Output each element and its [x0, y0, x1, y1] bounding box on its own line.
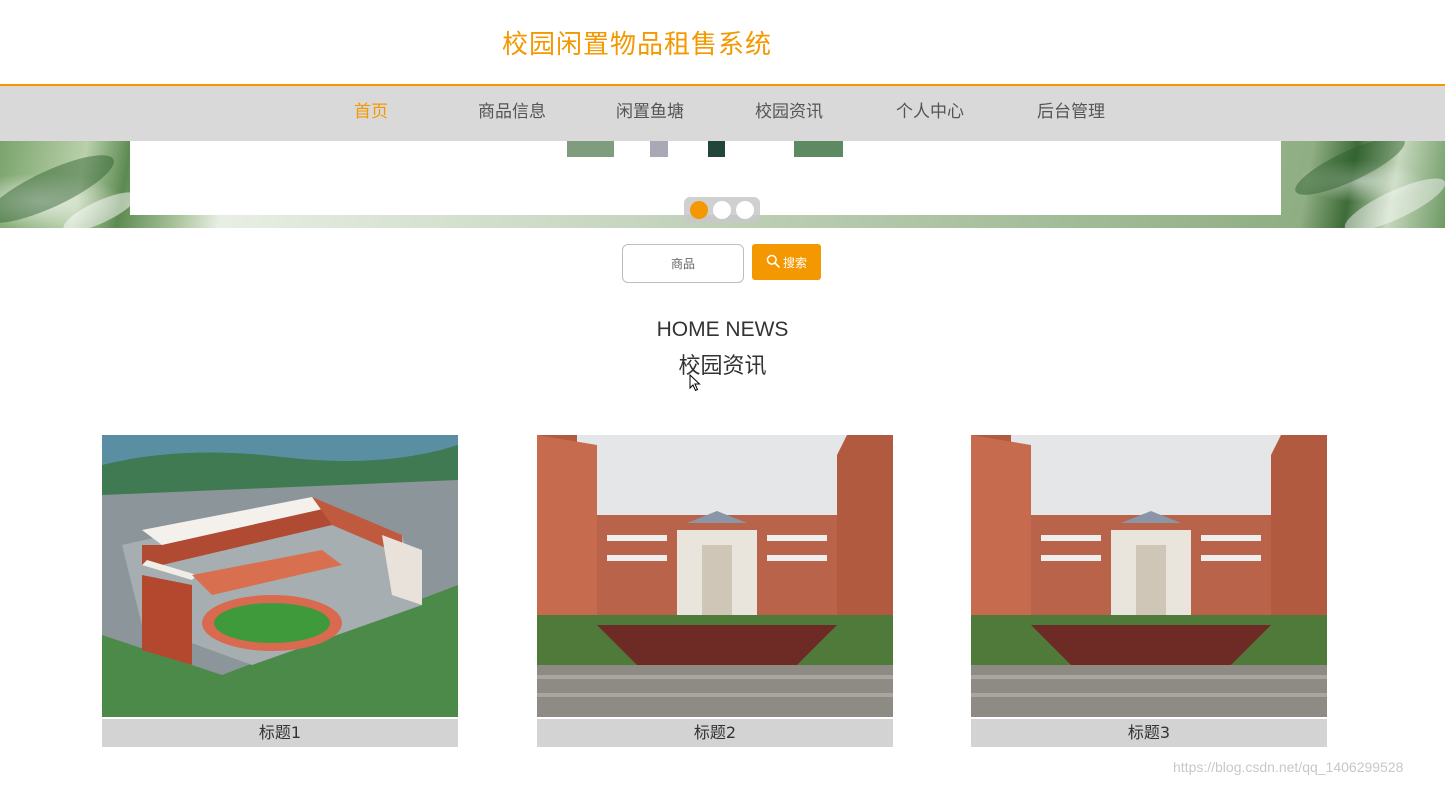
- watermark: https://blog.csdn.net/qq_1406299528: [1173, 759, 1404, 775]
- news-heading-en: HOME NEWS: [656, 318, 789, 341]
- news-card-image: [102, 435, 458, 717]
- carousel-dot-3[interactable]: [736, 201, 754, 219]
- news-heading-cn: 校园资讯: [678, 354, 767, 379]
- nav-item-home[interactable]: 首页: [354, 86, 388, 141]
- nav-item-admin[interactable]: 后台管理: [1037, 86, 1105, 141]
- carousel-dot-2[interactable]: [713, 201, 731, 219]
- search-input[interactable]: [622, 244, 744, 283]
- news-card-title: 标题2: [537, 719, 893, 747]
- news-card-image: [537, 435, 893, 717]
- news-card-title: 标题3: [971, 719, 1327, 747]
- carousel-indicators: [684, 197, 760, 223]
- nav-item-personal-center[interactable]: 个人中心: [896, 86, 964, 141]
- banner-carousel[interactable]: [0, 141, 1445, 228]
- mouse-cursor-icon: [689, 373, 701, 396]
- nav-item-campus-news[interactable]: 校园资讯: [755, 86, 823, 141]
- news-card[interactable]: 标题3: [971, 435, 1327, 747]
- news-card-title: 标题1: [102, 719, 458, 747]
- slide-image-fragment: [567, 141, 614, 157]
- main-nav: 首页 商品信息 闲置鱼塘 校园资讯 个人中心 后台管理: [0, 84, 1445, 141]
- page: 校园闲置物品租售系统 首页 商品信息 闲置鱼塘 校园资讯 个人中心 后台管理 商…: [0, 0, 1445, 786]
- site-header: 校园闲置物品租售系统: [0, 0, 1445, 85]
- carousel-dot-1[interactable]: [690, 201, 708, 219]
- site-title: 校园闲置物品租售系统: [502, 30, 773, 60]
- news-card[interactable]: 标题1: [102, 435, 458, 747]
- nav-item-goods[interactable]: 商品信息: [478, 86, 546, 141]
- search-button[interactable]: 搜索: [752, 244, 821, 280]
- slide-image-fragment: [708, 141, 725, 157]
- search-icon: [766, 254, 780, 271]
- slide-image-fragment: [794, 141, 843, 157]
- news-card[interactable]: 标题2: [537, 435, 893, 747]
- nav-item-idle-pond[interactable]: 闲置鱼塘: [616, 86, 684, 141]
- slide-image-fragment: [650, 141, 668, 157]
- news-card-image: [971, 435, 1327, 717]
- search-button-label: 搜索: [782, 255, 807, 270]
